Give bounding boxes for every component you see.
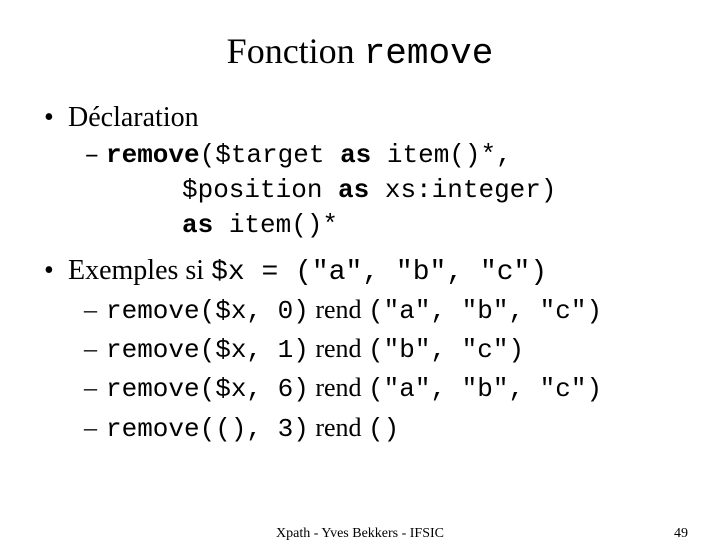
- example-row: remove((), 3) rend (): [68, 410, 680, 447]
- example-rend: rend: [309, 373, 368, 402]
- examples-label-code: $x = ("a", "b", "c"): [211, 257, 547, 288]
- footer-center: Xpath - Yves Bekkers - IFSIC: [0, 526, 720, 540]
- example-row: remove($x, 6) rend ("a", "b", "c"): [68, 370, 680, 407]
- example-rend: rend: [309, 334, 368, 363]
- content-list: Déclaration remove($target as item()*, $…: [40, 102, 680, 447]
- declaration-sub: remove($target as item()*, $position as …: [68, 138, 680, 243]
- title-code: remove: [364, 33, 494, 74]
- example-call: remove($x, 1): [106, 335, 309, 365]
- examples-section: Exemples si $x = ("a", "b", "c") remove(…: [40, 255, 680, 446]
- declaration-signature: remove($target as item()*, $position as …: [68, 138, 680, 243]
- example-result: ("a", "b", "c"): [368, 296, 602, 326]
- decl-l1-mid: ($target: [200, 140, 340, 170]
- example-row: remove($x, 0) rend ("a", "b", "c"): [68, 292, 680, 329]
- example-rend: rend: [309, 413, 368, 442]
- example-row: remove($x, 1) rend ("b", "c"): [68, 331, 680, 368]
- page-number: 49: [674, 526, 688, 540]
- example-result: ("b", "c"): [368, 335, 524, 365]
- example-rend: rend: [309, 295, 368, 324]
- decl-l3-post: item()*: [213, 210, 338, 240]
- examples-label-pre: Exemples si: [68, 255, 211, 286]
- example-result: ("a", "b", "c"): [368, 374, 602, 404]
- declaration-label: Déclaration: [68, 102, 199, 133]
- example-call: remove($x, 6): [106, 374, 309, 404]
- decl-l2-pre: $position: [182, 175, 338, 205]
- examples-sub: remove($x, 0) rend ("a", "b", "c") remov…: [68, 292, 680, 446]
- example-result: (): [368, 414, 399, 444]
- decl-l1-kw: as: [340, 140, 371, 170]
- decl-line3: as item()*: [106, 208, 680, 243]
- declaration-section: Déclaration remove($target as item()*, $…: [40, 102, 680, 243]
- decl-line2: $position as xs:integer): [106, 173, 680, 208]
- decl-fn-name: remove: [106, 140, 200, 170]
- decl-l3-kw: as: [182, 210, 213, 240]
- example-call: remove((), 3): [106, 414, 309, 444]
- example-call: remove($x, 0): [106, 296, 309, 326]
- decl-l2-post: xs:integer): [369, 175, 556, 205]
- decl-l1-post: item()*,: [371, 140, 511, 170]
- slide: Fonction remove Déclaration remove($targ…: [0, 0, 720, 540]
- slide-title: Fonction remove: [40, 30, 680, 74]
- title-text: Fonction: [227, 31, 364, 71]
- decl-l2-kw: as: [338, 175, 369, 205]
